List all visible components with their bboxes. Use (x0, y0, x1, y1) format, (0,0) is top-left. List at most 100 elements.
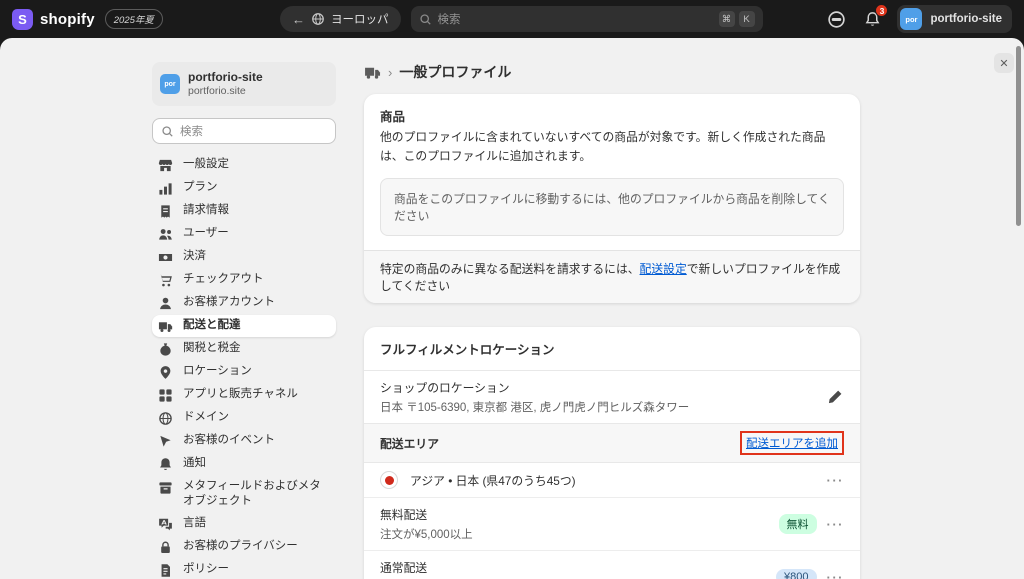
sidebar-item-duties[interactable]: 関税と税金 (152, 338, 336, 360)
sidebar-item-users[interactable]: ユーザー (152, 223, 336, 245)
sidebar-store-name: portforio-site (188, 70, 263, 85)
sidebar-item-plan[interactable]: プラン (152, 177, 336, 199)
shipping-zones-subheader: 配送エリア 配送エリアを追加 (364, 423, 860, 463)
sidebar-item-languages[interactable]: 言語 (152, 513, 336, 535)
sidebar-item-label: チェックアウト (183, 272, 264, 287)
shopify-wordmark: shopify (40, 11, 95, 28)
topbar-search-input[interactable]: 検索 ⌘ K (411, 6, 763, 32)
sidebar-item-store[interactable]: 一般設定 (152, 154, 336, 176)
checkout-icon (158, 273, 173, 288)
rate-more-menu-button[interactable]: ··· (827, 571, 845, 579)
sidebar-item-customer-events[interactable]: お客様のイベント (152, 430, 336, 452)
apps-icon (158, 388, 173, 403)
globe-icon (311, 12, 325, 26)
zone-more-menu-button[interactable]: ··· (827, 474, 845, 487)
store-menu[interactable]: por portforio-site (897, 5, 1012, 33)
sidebar-item-label: 関税と税金 (183, 341, 241, 356)
pencil-icon (826, 388, 844, 406)
rate-condition: 注文が¥5,000以上 (380, 526, 473, 542)
sidebar-item-domains[interactable]: ドメイン (152, 407, 336, 429)
sidebar-search-input[interactable]: 検索 (152, 118, 336, 144)
scrollbar-thumb[interactable] (1016, 46, 1021, 226)
sidebar-store-avatar: por (160, 74, 180, 94)
sidebar-item-checkout[interactable]: チェックアウト (152, 269, 336, 291)
zone-name: アジア • 日本 (県47のうち45つ) (410, 472, 576, 489)
sidebar-item-policies[interactable]: ポリシー (152, 559, 336, 579)
sidebar-item-label: 一般設定 (183, 157, 229, 172)
sidekick-icon (827, 10, 846, 29)
rate-name: 通常配送 (380, 559, 469, 576)
duties-icon (158, 342, 173, 357)
rate-name: 無料配送 (380, 506, 473, 523)
customer-events-icon (158, 434, 173, 449)
fulfillment-card-title: フルフィルメントロケーション (364, 327, 860, 371)
sidebar-item-label: ロケーション (183, 364, 252, 379)
search-placeholder: 検索 (438, 11, 713, 27)
sidebar-store-header[interactable]: por portforio-site portforio.site (152, 62, 336, 106)
sidebar-item-notifications[interactable]: 通知 (152, 453, 336, 475)
sidebar-item-customer-accounts[interactable]: お客様アカウント (152, 292, 336, 314)
market-label: ヨーロッパ (331, 11, 389, 27)
notification-count-badge: 3 (875, 4, 888, 17)
app-window: S shopify 2025年夏 ← ヨーロッパ 検索 ⌘ K 3 (0, 0, 1024, 579)
domains-icon (158, 411, 173, 426)
close-button[interactable]: ✕ (994, 53, 1014, 73)
sidebar-item-label: ユーザー (183, 226, 229, 241)
store-name: portforio-site (930, 13, 1002, 25)
sidebar-item-shipping[interactable]: 配送と配達 (152, 315, 336, 337)
shipping-rate-row: 通常配送注文が¥0–¥4,999¥800··· (364, 550, 860, 579)
products-inset-note: 商品をこのプロファイルに移動するには、他のプロファイルから商品を削除してください (380, 178, 844, 236)
edition-badge[interactable]: 2025年夏 (105, 9, 163, 29)
sidebar-item-privacy[interactable]: お客様のプライバシー (152, 536, 336, 558)
notifications-button[interactable]: 3 (861, 8, 883, 30)
sidebar-item-billing[interactable]: 請求情報 (152, 200, 336, 222)
sidebar-nav: 一般設定プラン請求情報ユーザー決済チェックアウトお客様アカウント配送と配達関税と… (152, 154, 336, 579)
sidebar-item-apps[interactable]: アプリと販売チャネル (152, 384, 336, 406)
products-card-title: 商品 (380, 106, 844, 125)
rate-more-menu-button[interactable]: ··· (827, 518, 845, 531)
shipping-rate-row: 無料配送注文が¥5,000以上 無料 ··· (364, 497, 860, 550)
sidebar-item-payments[interactable]: 決済 (152, 246, 336, 268)
shop-location-title: ショップのロケーション (380, 379, 689, 396)
sidebar-item-metafields[interactable]: メタフィールドおよびメタオブジェクト (152, 476, 336, 512)
plan-icon (158, 181, 173, 196)
shipping-zones-label: 配送エリア (380, 435, 439, 452)
sidebar-item-locations[interactable]: ロケーション (152, 361, 336, 383)
sidebar-search-placeholder: 検索 (180, 123, 203, 139)
rate-price-badge: 無料 (779, 514, 817, 534)
shopify-logo-icon: S (12, 9, 33, 30)
shop-location-row: ショップのロケーション 日本 〒105-6390, 東京都 港区, 虎ノ門虎ノ門… (364, 371, 860, 423)
shipping-settings-link[interactable]: 配送設定 (640, 262, 687, 276)
sidebar-item-label: 請求情報 (183, 203, 229, 218)
footer-text-prefix: 特定の商品のみに異なる配送料を請求するには、 (380, 262, 640, 276)
market-switcher-button[interactable]: ← ヨーロッパ (280, 6, 401, 32)
languages-icon (158, 517, 173, 532)
sidebar-item-label: ドメイン (183, 410, 229, 425)
sidebar-item-label: 通知 (183, 456, 206, 471)
policies-icon (158, 563, 173, 578)
metafields-icon (158, 480, 173, 495)
edit-location-button[interactable] (826, 388, 844, 406)
settings-content: › 一般プロファイル 商品 他のプロファイルに含まれていないすべての商品が対象で… (364, 60, 860, 579)
japan-flag-icon (380, 471, 398, 489)
sidekick-button[interactable] (825, 8, 847, 30)
sidebar-item-label: 言語 (183, 516, 206, 531)
shop-location-address: 日本 〒105-6390, 東京都 港区, 虎ノ門虎ノ門ヒルズ森タワー (380, 399, 689, 415)
chevron-icon: › (388, 65, 392, 80)
shopify-logo[interactable]: S shopify (12, 9, 95, 30)
shipping-icon (158, 319, 173, 334)
shipping-truck-icon[interactable] (364, 64, 381, 81)
sidebar-store-domain: portforio.site (188, 85, 263, 98)
sidebar-item-label: お客様アカウント (183, 295, 275, 310)
privacy-icon (158, 540, 173, 555)
shipping-zones-list: アジア • 日本 (県47のうち45つ)···無料配送注文が¥5,000以上無料… (364, 463, 860, 579)
products-card-description: 他のプロファイルに含まれていないすべての商品が対象です。新しく作成された商品は、… (380, 128, 844, 166)
topbar-right: 3 por portforio-site (825, 5, 1012, 33)
add-zone-link[interactable]: 配送エリアを追加 (746, 438, 838, 450)
products-card-footer: 特定の商品のみに異なる配送料を請求するには、配送設定で新しいプロファイルを作成し… (364, 250, 860, 303)
customer-accounts-icon (158, 296, 173, 311)
store-avatar: por (900, 8, 922, 30)
notifications-icon (158, 457, 173, 472)
fulfillment-card: フルフィルメントロケーション ショップのロケーション 日本 〒105-6390,… (364, 327, 860, 579)
sidebar-item-label: お客様のイベント (183, 433, 275, 448)
